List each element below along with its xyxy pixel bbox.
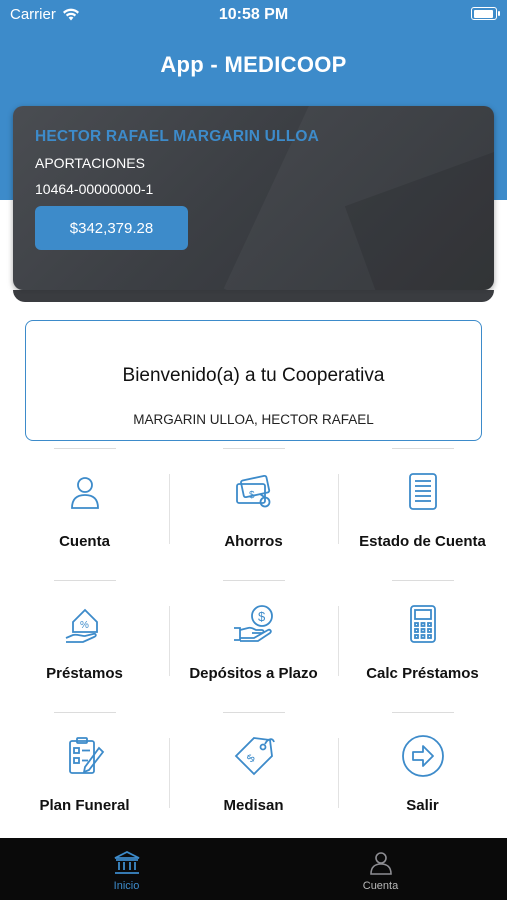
bank-icon: [114, 850, 139, 874]
exit-arrow-icon: [401, 735, 444, 777]
checklist-pen-icon: [68, 737, 104, 774]
menu-item-label: Calc Préstamos: [366, 665, 479, 682]
menu-item-medisan[interactable]: $ Medisan: [169, 712, 338, 844]
page-title: App - MEDICOOP: [160, 52, 347, 77]
money-bills-icon: $: [235, 474, 270, 508]
menu-item-label: Salir: [406, 797, 439, 814]
menu-item-label: Préstamos: [46, 665, 123, 682]
tab-bar: Inicio Cuenta: [0, 838, 507, 900]
menu-item-label: Medisan: [223, 797, 284, 814]
battery-icon: [471, 7, 500, 20]
card-stack-edge: [13, 290, 494, 302]
menu-item-label: Estado de Cuenta: [359, 533, 486, 550]
menu-item-label: Ahorros: [224, 533, 283, 550]
welcome-title: Bienvenido(a) a tu Cooperativa: [122, 365, 385, 386]
house-percent-icon: %: [65, 608, 98, 643]
menu-item-cuenta[interactable]: Cuenta: [0, 448, 169, 580]
account-number: 10464-00000000-1: [35, 181, 154, 197]
tab-inicio[interactable]: Inicio: [0, 838, 253, 900]
statement-icon: [408, 473, 437, 510]
account-holder-name: HECTOR RAFAEL MARGARIN ULLOA: [35, 128, 320, 145]
tab-label: Cuenta: [362, 880, 399, 892]
status-bar: Carrier 10:58 PM: [0, 0, 507, 30]
menu-item-salir[interactable]: Salir: [338, 712, 507, 844]
menu-item-depositos-a-plazo[interactable]: $ Depósitos a Plazo: [169, 580, 338, 712]
balance-button[interactable]: $342,379.28: [35, 206, 188, 250]
svg-text:%: %: [80, 620, 89, 631]
person-icon: [369, 852, 392, 875]
account-card[interactable]: HECTOR RAFAEL MARGARIN ULLOA APORTACIONE…: [13, 106, 494, 290]
menu-item-prestamos[interactable]: % Préstamos: [0, 580, 169, 712]
menu-item-label: Plan Funeral: [39, 797, 130, 814]
menu-item-estado-de-cuenta[interactable]: Estado de Cuenta: [338, 448, 507, 580]
welcome-panel: Bienvenido(a) a tu Cooperativa MARGARIN …: [25, 320, 482, 441]
menu-item-calc-prestamos[interactable]: Calc Préstamos: [338, 580, 507, 712]
svg-text:$: $: [249, 490, 255, 501]
account-product: APORTACIONES: [35, 155, 145, 171]
calculator-icon: [409, 605, 436, 643]
tab-label: Inicio: [113, 880, 140, 892]
svg-text:$: $: [244, 752, 257, 765]
tab-cuenta[interactable]: Cuenta: [254, 838, 507, 900]
status-time: 10:58 PM: [218, 6, 289, 23]
menu-item-plan-funeral[interactable]: Plan Funeral: [0, 712, 169, 844]
menu-item-label: Depósitos a Plazo: [189, 665, 318, 682]
menu-item-ahorros[interactable]: $ Ahorros: [169, 448, 338, 580]
menu-item-label: Cuenta: [59, 533, 110, 550]
welcome-user-name: MARGARIN ULLOA, HECTOR RAFAEL: [133, 412, 374, 427]
hand-dollar-icon: $: [233, 605, 273, 642]
price-tag-icon: $: [234, 737, 275, 776]
svg-text:$: $: [258, 609, 266, 624]
person-icon: [70, 477, 99, 509]
